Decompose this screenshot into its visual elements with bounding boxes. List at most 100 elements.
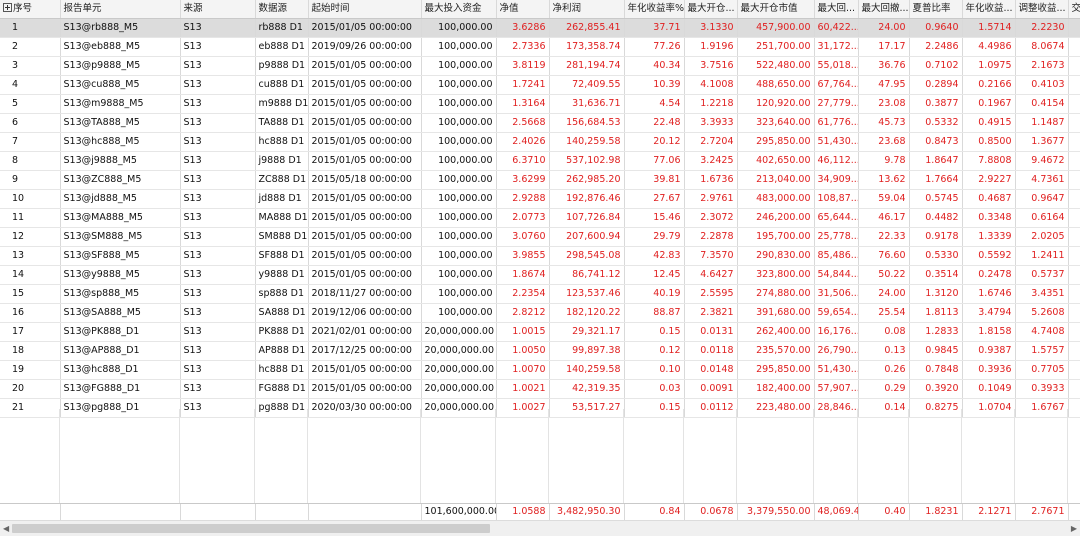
table-cell[interactable]: S13 xyxy=(180,323,255,342)
table-cell[interactable]: 88.87 xyxy=(624,304,684,323)
table-cell[interactable]: 76.60 xyxy=(858,247,909,266)
table-cell[interactable]: 207,600.94 xyxy=(549,228,624,247)
table-row[interactable]: 10S13@jd888_M5S13jd888 D12015/01/05 00:0… xyxy=(0,190,1080,209)
table-cell[interactable]: 100,000.00 xyxy=(421,152,496,171)
table-cell[interactable]: 100,000.00 xyxy=(421,57,496,76)
table-cell[interactable]: 2015/01/05 00:00:00 xyxy=(308,19,421,38)
table-cell[interactable]: 100,000.00 xyxy=(421,38,496,57)
table-cell[interactable]: eb888 D1 xyxy=(255,38,308,57)
table-cell[interactable]: 0.29 xyxy=(858,380,909,399)
table-cell[interactable]: 0.15 xyxy=(624,323,684,342)
table-cell[interactable]: S13@p9888_M5 xyxy=(60,57,180,76)
table-cell[interactable]: 0.8500 xyxy=(962,133,1015,152)
column-header[interactable]: 起始时间 xyxy=(308,0,421,19)
table-cell[interactable]: MA888 D1 xyxy=(255,209,308,228)
table-cell[interactable]: S13@rb888_M5 xyxy=(60,19,180,38)
table-cell[interactable]: S13 xyxy=(180,19,255,38)
table-cell[interactable]: 72,409.55 xyxy=(549,76,624,95)
table-cell[interactable]: 29,321.17 xyxy=(549,323,624,342)
table-cell[interactable]: S13@FG888_D1 xyxy=(60,380,180,399)
table-cell[interactable]: 0.9845 xyxy=(909,342,962,361)
table-cell[interactable]: 4.1008 xyxy=(684,76,737,95)
table-cell[interactable]: S13@PK888_D1 xyxy=(60,323,180,342)
table-cell[interactable]: S13@y9888_M5 xyxy=(60,266,180,285)
column-header[interactable]: 最大开仓市值 xyxy=(737,0,814,19)
table-cell[interactable]: 140,259.58 xyxy=(549,133,624,152)
scrollbar-thumb[interactable] xyxy=(12,524,490,533)
table-row[interactable]: 7S13@hc888_M5S13hc888 D12015/01/05 00:00… xyxy=(0,133,1080,152)
table-cell[interactable]: 2015/01/05 00:00:00 xyxy=(308,209,421,228)
table-cell[interactable]: 12 xyxy=(0,228,60,247)
table-cell[interactable]: 45.73 xyxy=(858,114,909,133)
table-row[interactable]: 6S13@TA888_M5S13TA888 D12015/01/05 00:00… xyxy=(0,114,1080,133)
table-cell[interactable]: 100,000.00 xyxy=(421,285,496,304)
table-cell[interactable]: S13 xyxy=(180,361,255,380)
table-cell[interactable]: 3.3933 xyxy=(684,114,737,133)
table-cell[interactable]: 5 xyxy=(0,95,60,114)
table-cell[interactable]: 100,000.00 xyxy=(421,228,496,247)
table-cell[interactable]: 2.2354 xyxy=(496,285,549,304)
table-cell[interactable]: 19 xyxy=(0,361,60,380)
table-cell[interactable]: 1.8674 xyxy=(496,266,549,285)
expand-icon[interactable] xyxy=(3,3,12,12)
table-cell[interactable]: 7 xyxy=(0,133,60,152)
table-cell[interactable]: 100,000.00 xyxy=(421,304,496,323)
table-cell[interactable]: S13 xyxy=(180,133,255,152)
table-cell[interactable]: 65,644.... xyxy=(814,209,858,228)
table-cell[interactable]: 27,779.... xyxy=(814,95,858,114)
table-cell[interactable]: ZC888 D1 xyxy=(255,171,308,190)
table-cell[interactable]: 2015/01/05 00:00:00 xyxy=(308,266,421,285)
table-cell[interactable]: S13@SA888_M5 xyxy=(60,304,180,323)
table-cell[interactable]: 16 xyxy=(0,304,60,323)
table-cell[interactable]: 3.1330 xyxy=(684,19,737,38)
table-cell[interactable]: 2.0773 xyxy=(496,209,549,228)
table-cell[interactable]: 2015/01/05 00:00:00 xyxy=(308,114,421,133)
table-cell[interactable]: TA888 D1 xyxy=(255,114,308,133)
table-cell[interactable]: 5.2608 xyxy=(1015,304,1068,323)
table-row[interactable]: 4S13@cu888_M5S13cu888 D12015/01/05 00:00… xyxy=(0,76,1080,95)
table-cell[interactable]: 23.68 xyxy=(858,133,909,152)
table-cell[interactable]: 2.4026 xyxy=(496,133,549,152)
table-cell[interactable]: 77.26 xyxy=(624,38,684,57)
table-cell[interactable]: 4 xyxy=(0,76,60,95)
table-cell[interactable]: S13 xyxy=(180,304,255,323)
table-cell[interactable]: 59.04 xyxy=(858,190,909,209)
table-cell[interactable]: 6.3710 xyxy=(496,152,549,171)
table-cell[interactable]: 0.2166 xyxy=(962,76,1015,95)
table-cell[interactable]: 262,855.41 xyxy=(549,19,624,38)
table-cell[interactable]: 15.46 xyxy=(624,209,684,228)
table-cell[interactable]: 0.7102 xyxy=(909,57,962,76)
table-row[interactable]: 19S13@hc888_D1S13hc888 D12015/01/05 00:0… xyxy=(0,361,1080,380)
table-cell[interactable]: 0.5745 xyxy=(909,190,962,209)
table-cell[interactable]: 86,741.12 xyxy=(549,266,624,285)
table-cell[interactable]: 23.08 xyxy=(858,95,909,114)
table-cell[interactable]: 7.8808 xyxy=(962,152,1015,171)
table-cell[interactable]: S13@TA888_M5 xyxy=(60,114,180,133)
table-cell[interactable]: 100,000.00 xyxy=(421,247,496,266)
table-cell[interactable]: 0.3514 xyxy=(909,266,962,285)
table-cell[interactable]: 2019/12/06 00:00:00 xyxy=(308,304,421,323)
table-cell[interactable]: 100,000.00 xyxy=(421,190,496,209)
table-cell[interactable]: 2.9288 xyxy=(496,190,549,209)
table-cell[interactable]: 55,018.... xyxy=(814,57,858,76)
table-cell[interactable]: 15 xyxy=(0,285,60,304)
table-cell[interactable]: 20.12 xyxy=(624,133,684,152)
table-cell[interactable]: 20,000,000.00 xyxy=(421,380,496,399)
table-cell[interactable]: 0.0131 xyxy=(684,323,737,342)
table-cell[interactable]: 31,506.... xyxy=(814,285,858,304)
table-cell[interactable]: S13 xyxy=(180,380,255,399)
table-cell[interactable]: 0.0148 xyxy=(684,361,737,380)
table-cell[interactable]: 0.9640 xyxy=(909,19,962,38)
table-cell[interactable]: 0.2894 xyxy=(909,76,962,95)
table-cell[interactable]: 46.17 xyxy=(858,209,909,228)
table-cell[interactable]: 107,726.84 xyxy=(549,209,624,228)
table-row[interactable]: 1S13@rb888_M5S13rb888 D12015/01/05 00:00… xyxy=(0,19,1080,38)
table-cell[interactable]: 40.19 xyxy=(624,285,684,304)
table-cell[interactable]: 100,000.00 xyxy=(421,266,496,285)
table-cell[interactable]: 0.3877 xyxy=(909,95,962,114)
table-cell[interactable]: 295,850.00 xyxy=(737,133,814,152)
table-cell[interactable]: 2.2878 xyxy=(684,228,737,247)
table-cell[interactable]: 100,000.00 xyxy=(421,133,496,152)
table-cell[interactable]: 17.17 xyxy=(858,38,909,57)
table-cell[interactable]: 9.4672 xyxy=(1015,152,1068,171)
